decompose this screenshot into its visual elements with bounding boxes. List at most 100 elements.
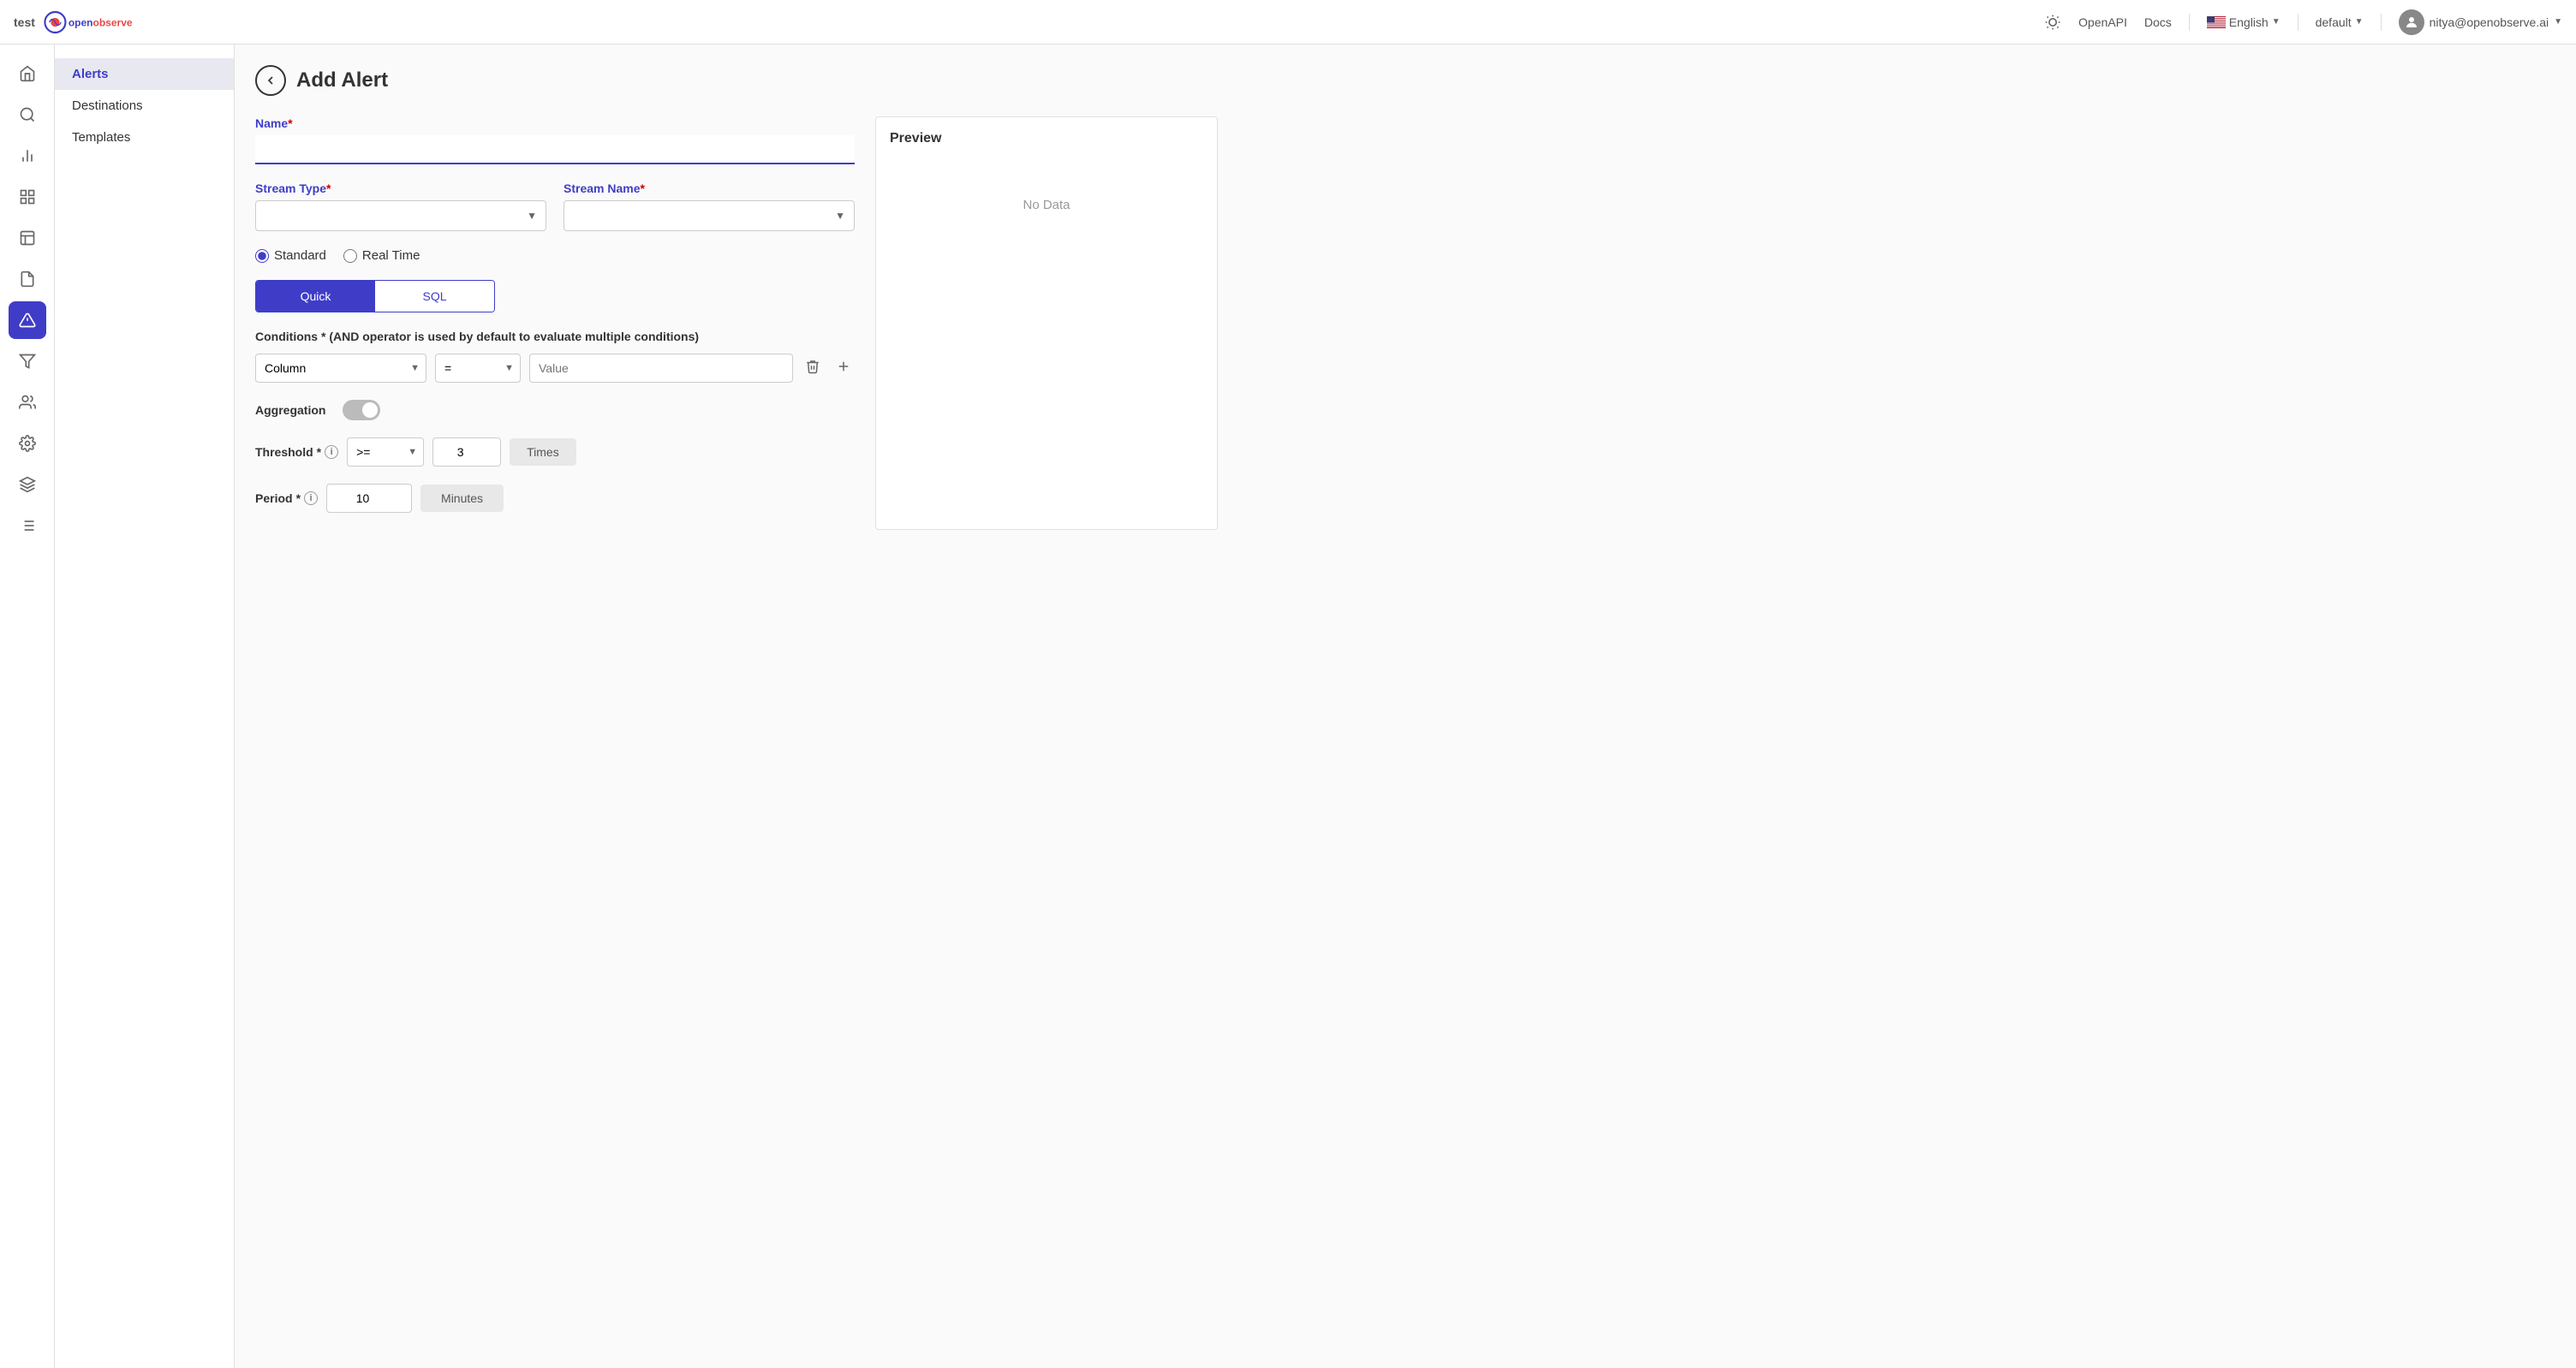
aggregation-row: Aggregation [255, 400, 855, 420]
alert-icon [19, 312, 36, 329]
threshold-operator-select[interactable]: >= > = < <= [347, 437, 424, 467]
minutes-badge: Minutes [420, 485, 504, 512]
sidebar-item-metrics[interactable] [9, 137, 46, 175]
avatar [2399, 9, 2424, 35]
stream-name-select[interactable] [564, 201, 854, 230]
operator-wrapper: = != > < ▼ [435, 354, 521, 383]
stream-name-wrapper: ▼ [564, 200, 855, 231]
users-icon [19, 394, 36, 411]
period-info-icon: i [304, 491, 318, 505]
back-arrow-icon [264, 74, 277, 87]
user-menu[interactable]: nitya@openobserve.ai ▼ [2399, 9, 2562, 35]
preview-title: Preview [890, 131, 1203, 146]
realtime-radio-label[interactable]: Real Time [343, 248, 420, 263]
threshold-label: Threshold * i [255, 445, 338, 459]
stream-type-col: Stream Type* logs metrics traces ▼ [255, 181, 546, 231]
sql-tab[interactable]: SQL [375, 281, 494, 312]
operator-select[interactable]: = != > < [435, 354, 521, 383]
filter-icon [19, 353, 36, 370]
query-mode-tabs: Quick SQL [255, 280, 495, 312]
conditions-row: Column ▼ = != > < ▼ [255, 354, 855, 383]
preview-panel: Preview No Data [875, 116, 1218, 530]
standard-radio-label[interactable]: Standard [255, 248, 326, 263]
language-dropdown-arrow: ▼ [2272, 17, 2281, 27]
realtime-label: Real Time [362, 248, 420, 263]
org-label: default [2316, 15, 2352, 29]
topnav: test openobserve OpenAPI Docs [0, 0, 2576, 45]
list-icon [19, 517, 36, 534]
alert-type-group: Standard Real Time [255, 248, 855, 263]
test-label: test [14, 15, 35, 29]
content-layout: Name* Stream Type* logs metrics trac [255, 116, 2555, 530]
sub-sidebar-item-alerts[interactable]: Alerts [55, 58, 234, 90]
sidebar-item-integrations[interactable] [9, 466, 46, 503]
stream-type-select[interactable]: logs metrics traces [256, 201, 546, 230]
add-condition-button[interactable] [832, 355, 855, 382]
page-title: Add Alert [296, 68, 388, 92]
sidebar-item-iam[interactable] [9, 384, 46, 421]
openapi-btn[interactable]: OpenAPI [2078, 15, 2127, 29]
realtime-radio[interactable] [343, 249, 357, 263]
name-input[interactable] [255, 135, 855, 164]
sidebar-item-home[interactable] [9, 55, 46, 92]
sun-icon [2044, 14, 2061, 31]
sidebar-item-logs[interactable] [9, 507, 46, 544]
topnav-actions: OpenAPI Docs English ▼ default ▼ [2044, 9, 2562, 35]
sidebar-item-reports[interactable] [9, 260, 46, 298]
svg-text:openobserve: openobserve [69, 16, 133, 28]
sidebar-item-dashboard[interactable] [9, 219, 46, 257]
language-label: English [2229, 15, 2269, 29]
back-button[interactable] [255, 65, 286, 96]
logo: openobserve [42, 9, 145, 36]
threshold-row: Threshold * i >= > = < <= ▼ Times [255, 437, 855, 467]
search-icon [19, 106, 36, 123]
docs-btn[interactable]: Docs [2144, 15, 2172, 29]
user-dropdown-arrow: ▼ [2554, 17, 2562, 27]
period-value-input[interactable] [326, 484, 412, 513]
delete-condition-button[interactable] [802, 355, 824, 382]
quick-tab[interactable]: Quick [256, 281, 375, 312]
divider2 [2298, 14, 2299, 31]
file-icon [19, 271, 36, 288]
aggregation-toggle[interactable] [343, 400, 380, 420]
plus-icon [836, 359, 851, 374]
stream-name-label: Stream Name* [564, 181, 855, 195]
sub-sidebar-item-templates[interactable]: Templates [55, 122, 234, 153]
threshold-op-wrapper: >= > = < <= ▼ [347, 437, 424, 467]
threshold-value-input[interactable] [432, 437, 501, 467]
alert-form: Name* Stream Type* logs metrics trac [255, 116, 855, 530]
column-select[interactable]: Column [255, 354, 426, 383]
value-input[interactable] [529, 354, 793, 383]
conditions-group: Conditions * (AND operator is used by de… [255, 330, 855, 383]
column-wrapper: Column ▼ [255, 354, 426, 383]
sidebar [0, 45, 55, 1368]
sidebar-item-streams[interactable] [9, 178, 46, 216]
no-data-text: No Data [890, 198, 1203, 212]
grid-icon [19, 188, 36, 205]
user-avatar-icon [2404, 15, 2419, 30]
divider3 [2381, 14, 2382, 31]
stream-row: Stream Type* logs metrics traces ▼ [255, 181, 855, 231]
standard-label: Standard [274, 248, 326, 263]
sub-sidebar-item-destinations[interactable]: Destinations [55, 90, 234, 122]
page-header: Add Alert [255, 65, 2555, 96]
home-icon [19, 65, 36, 82]
threshold-info-icon: i [325, 445, 338, 459]
period-label: Period * i [255, 491, 318, 505]
sidebar-item-settings[interactable] [9, 425, 46, 462]
org-selector[interactable]: default ▼ [2316, 15, 2364, 29]
main-content: Add Alert Name* Stream Type* [235, 45, 2576, 1368]
dashboard-icon [19, 229, 36, 247]
sidebar-item-alerts[interactable] [9, 301, 46, 339]
stream-type-label: Stream Type* [255, 181, 546, 195]
divider [2189, 14, 2190, 31]
sidebar-item-pipelines[interactable] [9, 342, 46, 380]
theme-toggle[interactable] [2044, 14, 2061, 31]
brand: test openobserve [14, 9, 145, 36]
stream-type-wrapper: logs metrics traces ▼ [255, 200, 546, 231]
times-badge: Times [510, 438, 576, 466]
name-group: Name* [255, 116, 855, 164]
sidebar-item-search[interactable] [9, 96, 46, 134]
language-selector[interactable]: English ▼ [2207, 15, 2281, 29]
standard-radio[interactable] [255, 249, 269, 263]
